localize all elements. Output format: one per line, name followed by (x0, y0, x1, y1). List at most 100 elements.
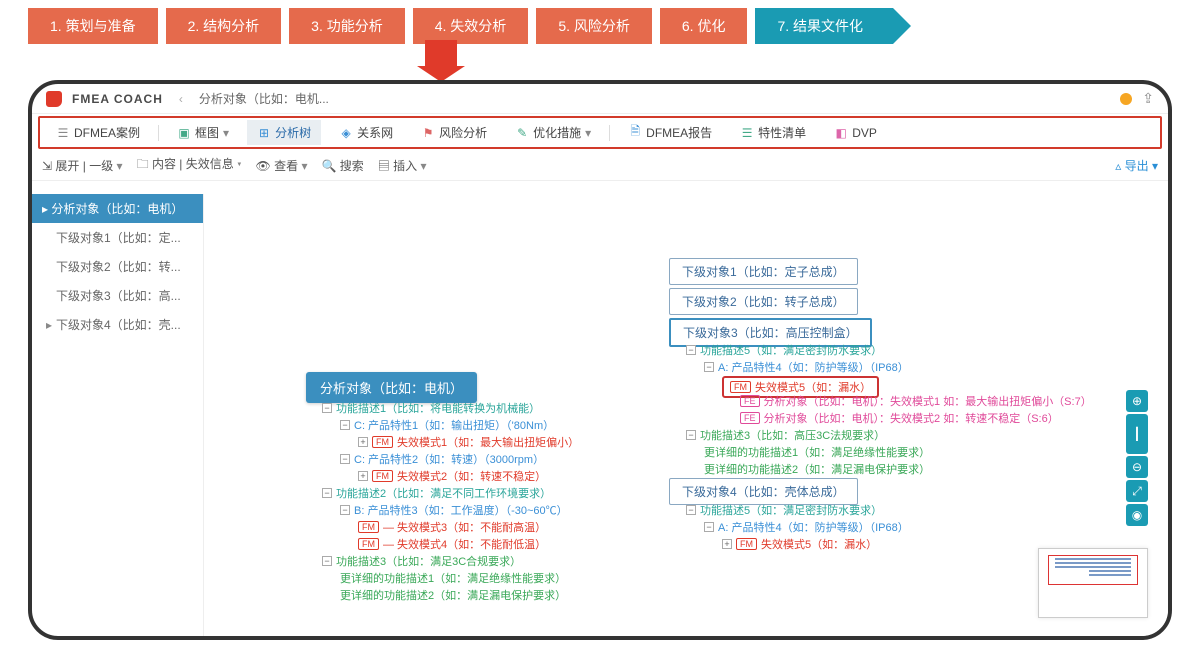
view-control[interactable]: 👁 查看 ▾ (256, 157, 308, 174)
row-text: — 失效模式3（如：不能耐高温） (383, 519, 546, 535)
expand-toggle-icon[interactable]: − (340, 505, 350, 515)
nav-dfmea-case[interactable]: ☰ DFMEA案例 (46, 120, 150, 145)
breadcrumb[interactable]: 分析对象（比如：电机... (199, 90, 329, 107)
nav-label: DFMEA案例 (74, 124, 140, 141)
zoom-in-button[interactable]: ⊕ (1126, 390, 1148, 412)
tree-row[interactable]: +FM失效模式2（如：转速不稳定） (358, 468, 546, 484)
nav-label: 风险分析 (439, 124, 487, 141)
tree-row[interactable]: +FM失效模式1（如：最大输出扭矩偏小） (358, 434, 579, 450)
expand-toggle-icon[interactable]: − (322, 403, 332, 413)
step-7: 7. 结果文件化 (755, 8, 893, 44)
step-6: 6. 优化 (660, 8, 748, 44)
expand-toggle-icon[interactable]: + (358, 471, 368, 481)
expand-toggle-icon[interactable]: − (322, 488, 332, 498)
nav-optimize[interactable]: ✎ 优化措施 ▾ (505, 120, 601, 145)
zoom-slider[interactable]: ┃ (1126, 414, 1148, 454)
eye-icon: 👁 (256, 159, 271, 173)
insert-control[interactable]: ▤ 插入 ▾ (378, 157, 427, 174)
tree-row[interactable]: −功能描述3（比如：满足3C合规要求） (322, 553, 521, 569)
expand-toggle-icon[interactable]: − (340, 454, 350, 464)
tree-toolbar: ⇲ 展开 | 一级 ▾ 🗀 内容 | 失效信息 ▾ 👁 查看 ▾ 🔍 搜索 ▤ … (32, 151, 1168, 181)
expand-control[interactable]: ⇲ 展开 | 一级 ▾ (42, 157, 123, 174)
search-control[interactable]: 🔍 搜索 (322, 157, 364, 174)
row-text: 分析对象（比如：电机）：失效模式2 如：转速不稳定（S:6） (764, 410, 1059, 426)
tree-row[interactable]: −C: 产品特性1（如：输出扭矩）（'80Nm） (340, 417, 554, 433)
expand-toggle-icon[interactable]: + (722, 539, 732, 549)
tree-row[interactable]: −A: 产品特性4（如：防护等级）（IP68） (704, 519, 909, 535)
tree-row[interactable]: −功能描述2（比如：满足不同工作环境要求） (322, 485, 551, 501)
zoom-out-button[interactable]: ⊖ (1126, 456, 1148, 478)
toggle-minimap-button[interactable]: ◉ (1126, 504, 1148, 526)
share-icon[interactable]: ⇪ (1142, 90, 1154, 107)
sub-node-1[interactable]: 下级对象2（比如：转子总成） (669, 288, 858, 315)
expand-toggle-icon[interactable]: − (686, 345, 696, 355)
tag-badge: FM (736, 538, 757, 550)
tree-row[interactable]: FM — 失效模式3（如：不能耐高温） (358, 519, 546, 535)
tag-badge: FM (358, 521, 379, 533)
minimap[interactable] (1038, 548, 1148, 618)
nav-analysis-tree[interactable]: ⊞ 分析树 (247, 120, 321, 145)
tree-row[interactable]: FM — 失效模式4（如：不能耐低温） (358, 536, 546, 552)
row-text: 功能描述5（如：满足密封防水要求） (700, 342, 882, 358)
optimize-icon: ✎ (515, 126, 529, 140)
nav-label: 关系网 (357, 124, 393, 141)
nav-dfmea-report[interactable]: 🗎 DFMEA报告 (618, 120, 722, 145)
nav-dvp[interactable]: ◧ DVP (824, 122, 887, 144)
tree-canvas[interactable]: 分析对象（比如：电机） −功能描述1（比如：将电能转换为机械能）−C: 产品特性… (204, 194, 1168, 636)
tree-row[interactable]: −功能描述5（如：满足密封防水要求） (686, 502, 882, 518)
main-node[interactable]: 分析对象（比如：电机） (306, 372, 477, 403)
sidebar-head[interactable]: ▸ 分析对象（比如：电机） (32, 194, 203, 223)
nav-risk-analysis[interactable]: ⚑ 风险分析 (411, 120, 497, 145)
sidebar-item-3[interactable]: ▸下级对象4（比如：壳... (32, 310, 203, 339)
sidebar-item-0[interactable]: 下级对象1（比如：定... (32, 223, 203, 252)
sub-node-3[interactable]: 下级对象4（比如：壳体总成） (669, 478, 858, 505)
tree-row[interactable]: 更详细的功能描述1（如：满足绝缘性能要求） (704, 444, 930, 460)
nav-label: 框图 (195, 124, 219, 141)
sidebar-item-2[interactable]: 下级对象3（比如：高... (32, 281, 203, 310)
titlebar: FMEA COACH ‹ 分析对象（比如：电机... ⇪ (32, 84, 1168, 114)
expand-toggle-icon[interactable]: − (704, 522, 714, 532)
expand-toggle-icon[interactable]: − (686, 505, 696, 515)
tree-row[interactable]: FE分析对象（比如：电机）：失效模式1 如：最大输出扭矩偏小（S:7） (740, 393, 1092, 409)
notification-dot-icon[interactable] (1120, 93, 1132, 105)
archive-icon: 🗀 (137, 157, 149, 171)
export-button[interactable]: ▵ 导出 ▾ (1115, 157, 1158, 174)
tree-row[interactable]: −功能描述3（比如：高压3C法规要求） (686, 427, 885, 443)
tree-row[interactable]: FE分析对象（比如：电机）：失效模式2 如：转速不稳定（S:6） (740, 410, 1059, 426)
tree-row[interactable]: −功能描述5（如：满足密封防水要求） (686, 342, 882, 358)
row-text: — 失效模式4（如：不能耐低温） (383, 536, 546, 552)
diagram-icon: ▣ (177, 126, 191, 140)
expand-toggle-icon[interactable]: − (704, 362, 714, 372)
nav-label: 分析树 (275, 124, 311, 141)
expand-toggle-icon[interactable]: − (322, 556, 332, 566)
tree-row[interactable]: −功能描述1（比如：将电能转换为机械能） (322, 400, 540, 416)
tree-row[interactable]: +FM失效模式5（如：漏水） (722, 536, 877, 552)
row-text: 功能描述2（比如：满足不同工作环境要求） (336, 485, 551, 501)
expand-toggle-icon[interactable]: + (358, 437, 368, 447)
nav-block-diagram[interactable]: ▣ 框图 ▾ (167, 120, 239, 145)
row-text: 失效模式2（如：转速不稳定） (397, 468, 546, 484)
tree-row[interactable]: 更详细的功能描述2（如：满足漏电保护要求） (340, 587, 566, 603)
row-text: A: 产品特性4（如：防护等级）（IP68） (718, 359, 909, 375)
expand-toggle-icon[interactable]: − (340, 420, 350, 430)
content-control[interactable]: 🗀 内容 | 失效信息 ▾ (137, 155, 242, 176)
row-text: C: 产品特性2（如：转速）（3000rpm） (354, 451, 544, 467)
fit-button[interactable]: ⤢ (1126, 480, 1148, 502)
tree-row[interactable]: −B: 产品特性3（如：工作温度）（-30~60℃） (340, 502, 568, 518)
sidebar-item-1[interactable]: 下级对象2（比如：转... (32, 252, 203, 281)
connectors (204, 194, 504, 344)
tree-row[interactable]: 更详细的功能描述1（如：满足绝缘性能要求） (340, 570, 566, 586)
nav-relation-net[interactable]: ◈ 关系网 (329, 120, 403, 145)
tree-row[interactable]: −A: 产品特性4（如：防护等级）（IP68） (704, 359, 909, 375)
zoom-controls: ⊕ ┃ ⊖ ⤢ ◉ (1126, 390, 1148, 526)
expand-toggle-icon[interactable]: − (686, 430, 696, 440)
nav-feature-list[interactable]: ☰ 特性清单 (730, 120, 816, 145)
tree-row[interactable]: 更详细的功能描述2（如：满足漏电保护要求） (704, 461, 930, 477)
step-4: 4. 失效分析 (413, 8, 529, 44)
row-text: 更详细的功能描述1（如：满足绝缘性能要求） (340, 570, 566, 586)
sub-node-0[interactable]: 下级对象1（比如：定子总成） (669, 258, 858, 285)
tree-row[interactable]: −C: 产品特性2（如：转速）（3000rpm） (340, 451, 544, 467)
step-2: 2. 结构分析 (166, 8, 282, 44)
tag-badge: FM (358, 538, 379, 550)
highlight-arrow (425, 42, 457, 66)
